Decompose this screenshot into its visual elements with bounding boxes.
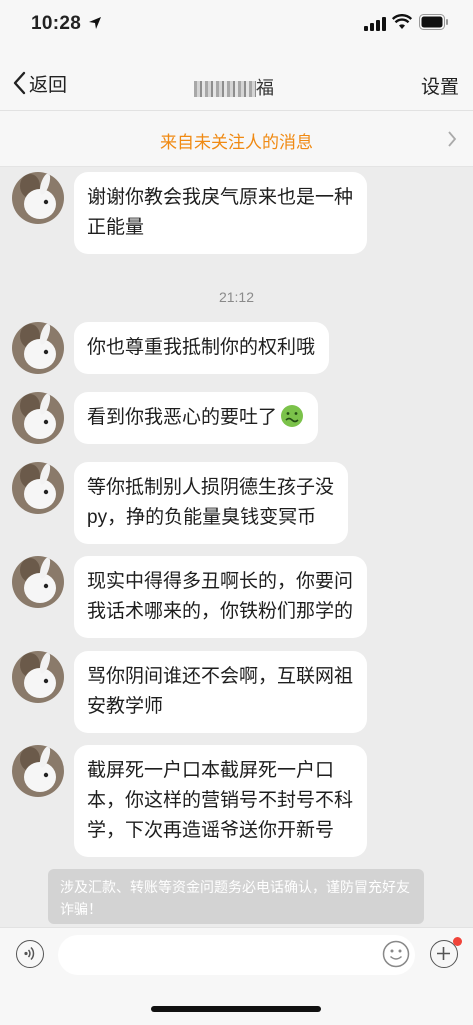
message-text: 看到你我恶心的要吐了 — [87, 407, 278, 428]
back-button[interactable]: 返回 — [12, 70, 67, 96]
chevron-right-icon — [448, 131, 457, 147]
home-indicator — [151, 1006, 321, 1012]
plus-icon — [437, 947, 450, 960]
location-arrow-icon — [89, 17, 101, 29]
voice-icon — [24, 946, 35, 961]
avatar[interactable] — [12, 556, 64, 608]
notification-dot — [453, 937, 462, 946]
signal-icon — [364, 17, 386, 31]
avatar[interactable] — [12, 322, 64, 374]
message-line: 学，下次再造谣爷送你开新号 — [87, 820, 335, 841]
message-line: 你也尊重我抵制你的权利哦 — [87, 337, 316, 358]
message-line: 安教学师 — [87, 696, 164, 717]
message-row: 你也尊重我抵制你的权利哦 — [12, 322, 330, 374]
message-line: 本，你这样的营销号不封号不科 — [87, 790, 354, 811]
message-line: 截屏死一户口本截屏死一户口 — [87, 760, 335, 781]
message-line: 骂你阴间谁还不会啊，互联网祖 — [87, 666, 354, 687]
message-bubble[interactable]: 看到你我恶心的要吐了 — [74, 392, 319, 444]
message-line: 等你抵制别人损阴德生孩子没 — [87, 477, 335, 498]
notice-text: 涉及汇款、转账等资金问题务必电话确认，谨防冒充好友诈骗！ — [60, 879, 410, 917]
message-row: 现实中得得多丑啊长的，你要问 我话术哪来的，你铁粉们那学的 — [12, 556, 368, 638]
fraud-warning-notice: 涉及汇款、转账等资金问题务必电话确认，谨防冒充好友诈骗！ — [48, 869, 424, 924]
status-time: 10:28 — [31, 13, 82, 34]
timestamp: 21:12 — [218, 289, 255, 305]
chat-title: 福 — [194, 74, 274, 100]
message-row: 截屏死一户口本截屏死一户口 本，你这样的营销号不封号不科 学，下次再造谣爷送你开… — [12, 745, 368, 857]
message-line: py，挣的负能量臭钱变冥币 — [87, 507, 317, 528]
message-bubble[interactable]: 谢谢你教会我戾气原来也是一种 正能量 — [74, 172, 368, 254]
message-bubble[interactable]: 骂你阴间谁还不会啊，互联网祖 安教学师 — [74, 651, 368, 733]
nav-bar: 返回 福 设置 — [0, 50, 473, 111]
avatar[interactable] — [12, 462, 64, 514]
chevron-left-icon — [13, 71, 26, 95]
message-bubble[interactable]: 你也尊重我抵制你的权利哦 — [74, 322, 330, 374]
smile-icon[interactable] — [382, 940, 410, 968]
back-label: 返回 — [29, 74, 68, 96]
message-row: 谢谢你教会我戾气原来也是一种 正能量 — [12, 172, 368, 254]
message-line: 看到你我恶心的要吐了 — [87, 403, 304, 433]
avatar[interactable] — [12, 172, 64, 224]
avatar[interactable] — [12, 651, 64, 703]
banner-text: 来自未关注人的消息 — [160, 133, 313, 152]
message-row: 等你抵制别人损阴德生孩子没 py，挣的负能量臭钱变冥币 — [12, 462, 349, 544]
voice-button[interactable] — [16, 940, 44, 968]
message-row: 看到你我恶心的要吐了 — [12, 392, 319, 444]
settings-button[interactable]: 设置 — [421, 72, 459, 99]
nauseated-face-icon — [281, 405, 304, 427]
message-line: 谢谢你教会我戾气原来也是一种 — [87, 187, 354, 208]
message-bubble[interactable]: 等你抵制别人损阴德生孩子没 py，挣的负能量臭钱变冥币 — [74, 462, 349, 544]
message-input[interactable] — [58, 935, 415, 975]
battery-icon — [419, 14, 448, 30]
wifi-icon — [392, 14, 412, 29]
message-bubble[interactable]: 截屏死一户口本截屏死一户口 本，你这样的营销号不封号不科 学，下次再造谣爷送你开… — [74, 745, 368, 857]
message-line: 正能量 — [87, 217, 145, 238]
unfollowed-banner[interactable]: 来自未关注人的消息 — [0, 111, 473, 167]
chat-title-suffix: 福 — [256, 78, 274, 98]
message-bubble[interactable]: 现实中得得多丑啊长的，你要问 我话术哪来的，你铁粉们那学的 — [74, 556, 368, 638]
avatar[interactable] — [12, 745, 64, 797]
message-line: 现实中得得多丑啊长的，你要问 — [87, 571, 354, 592]
message-line: 我话术哪来的，你铁粉们那学的 — [87, 601, 354, 622]
status-bar: 10:28 — [0, 0, 473, 50]
avatar[interactable] — [12, 392, 64, 444]
redacted-name — [194, 81, 256, 98]
message-row: 骂你阴间谁还不会啊，互联网祖 安教学师 — [12, 651, 368, 733]
